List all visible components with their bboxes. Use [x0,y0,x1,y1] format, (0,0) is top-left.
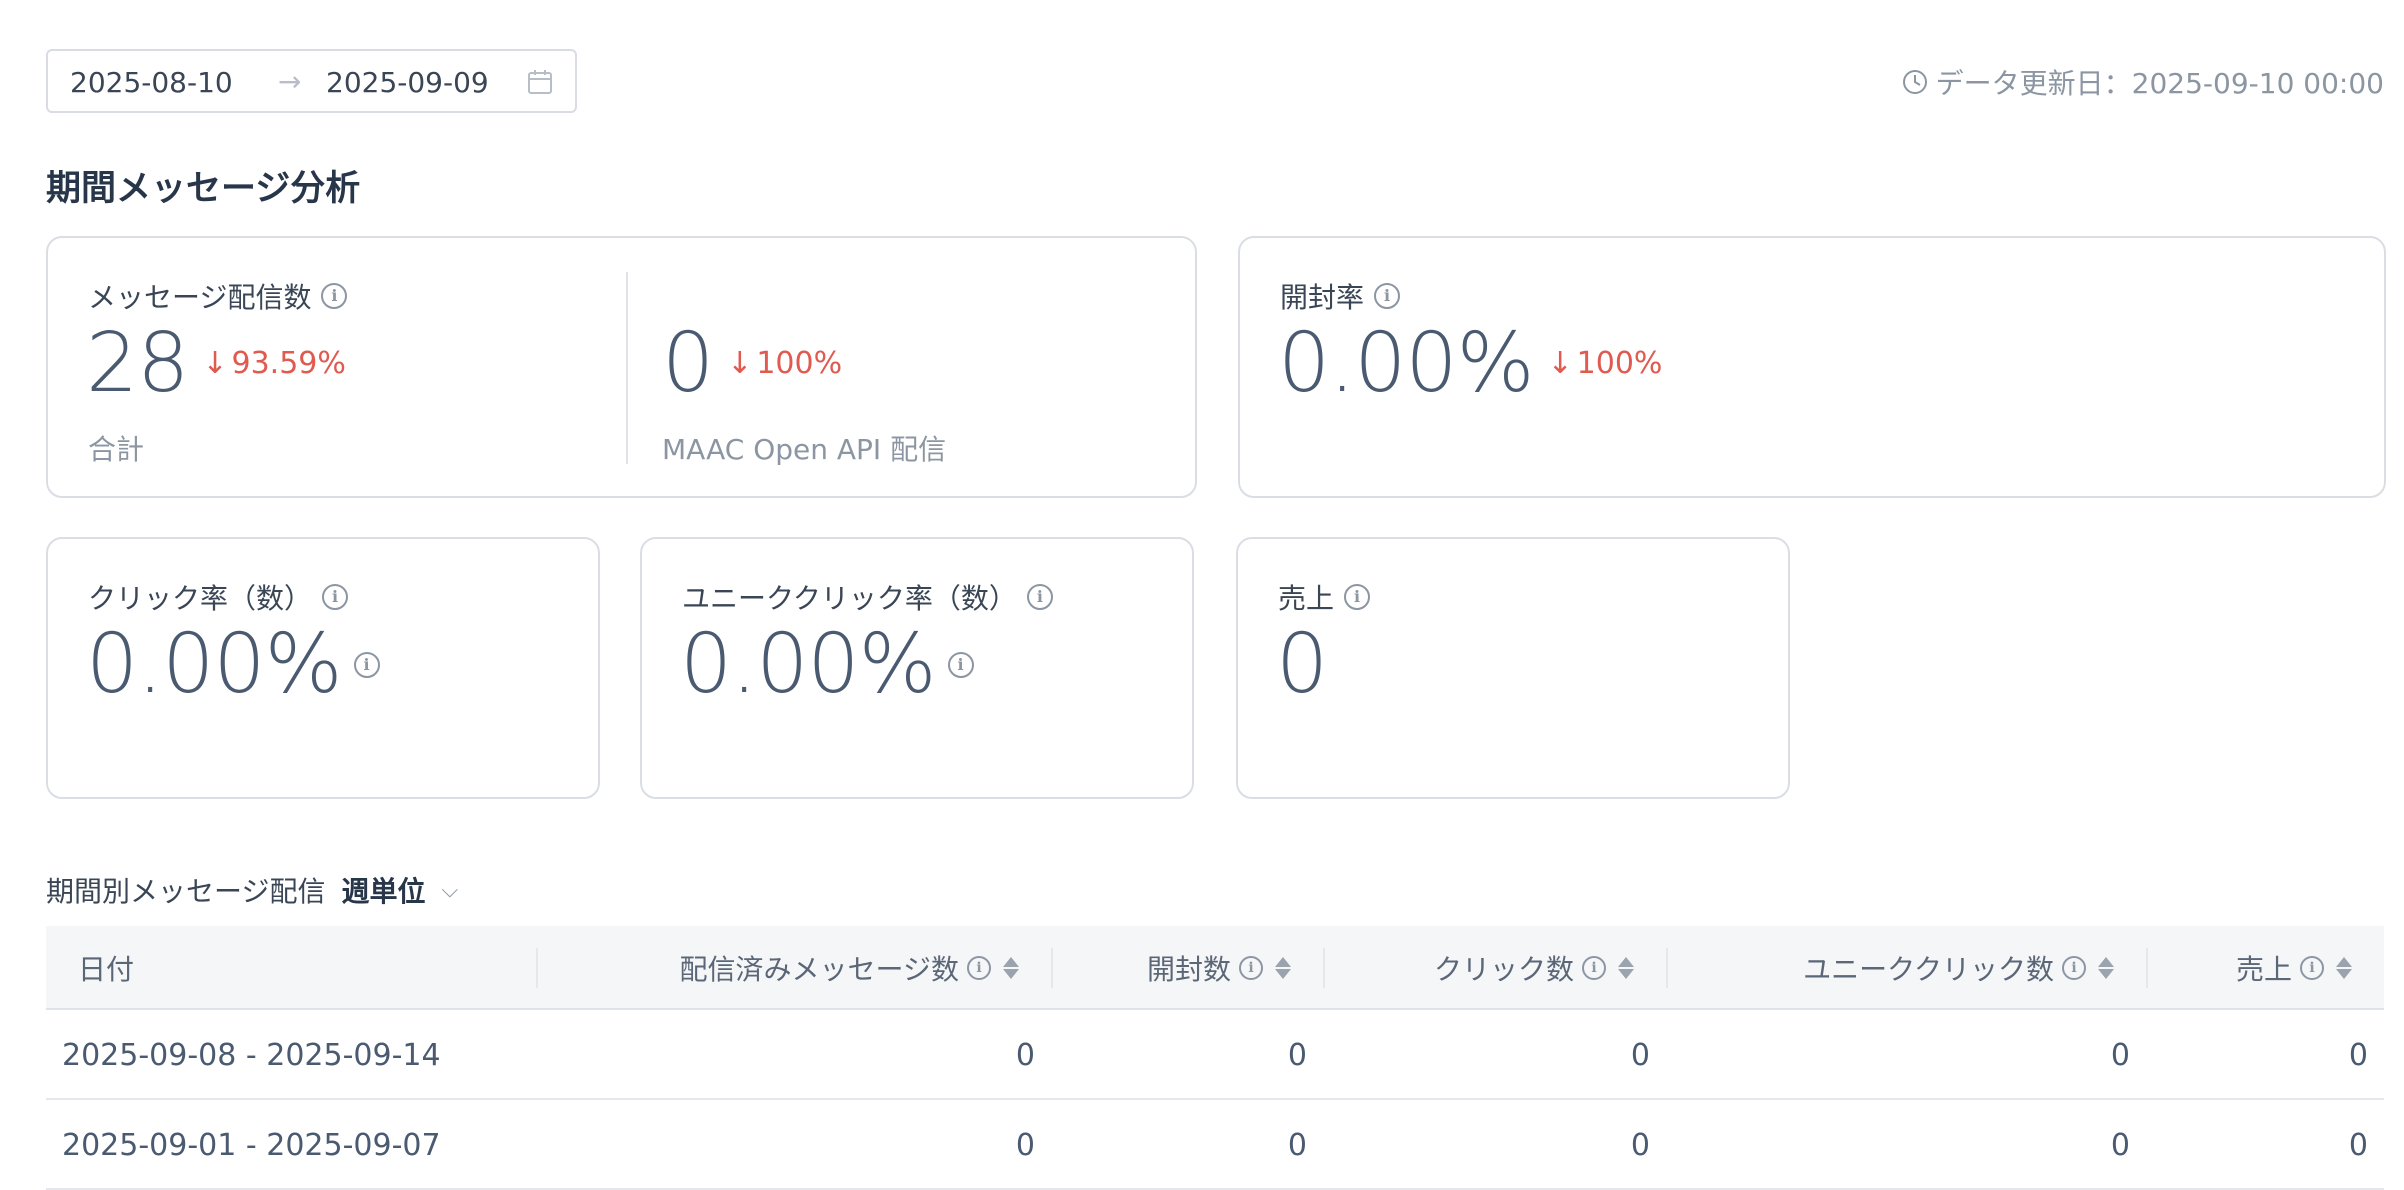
cell-delivered: 0 [1015,1037,1035,1073]
info-icon[interactable]: i [1374,283,1401,309]
column-opens-label: 開封数 [1146,953,1231,986]
section-title: 期間メッセージ分析 [46,169,361,209]
updated-label: データ更新日：2025-09-10 00:00 [1935,67,2384,100]
click-rate-card: クリック率（数） i 0.00% i [46,537,600,799]
column-date-label: 日付 [78,953,135,986]
data-updated: データ更新日：2025-09-10 00:00 [1902,62,2384,102]
delivery-api-change-value: 100% [756,346,843,381]
cell-clicks: 0 [1630,1127,1650,1163]
column-clicks-label: クリック数 [1433,953,1574,986]
delivery-total-change: ↓ 93.59% [202,346,346,381]
sort-icon[interactable] [2098,957,2114,979]
cell-opens: 0 [1287,1127,1307,1163]
open-rate-label: 開封率 [1280,281,1365,314]
column-opens[interactable]: 開封数 i [1051,926,1323,1010]
clock-icon [1902,70,1927,94]
sales-value: 0 [1276,617,1328,712]
cell-date: 2025-09-01 - 2025-09-07 [62,1127,441,1163]
click-rate-label: クリック率（数） [88,582,313,615]
sort-icon[interactable] [1275,957,1291,979]
calendar-icon[interactable] [527,69,553,95]
info-icon[interactable]: i [1344,584,1371,610]
info-icon[interactable]: i [1239,956,1263,980]
sort-icon[interactable] [1618,957,1634,979]
unique-click-rate-card: ユニーククリック率（数） i 0.00% i [640,537,1194,799]
cell-clicks: 0 [1630,1037,1650,1073]
table-row: 2025-09-08 - 2025-09-14 0 0 0 0 0 [46,1010,2384,1100]
delivery-api-value: 0 [662,316,714,411]
open-rate-card: 開封率 i 0.00% ↓ 100% [1238,236,2386,498]
period-unit-select[interactable]: 週単位 [341,870,425,910]
info-icon[interactable]: i [353,651,380,678]
sort-icon[interactable] [1003,957,1019,979]
arrow-right-icon: → [278,65,302,98]
delivery-total-sub: 合計 [88,433,145,466]
info-icon[interactable]: i [322,584,349,610]
table-head: 日付 配信済みメッセージ数 i 開封数 i クリック数 i ユニーククリック数 … [46,926,2384,1010]
arrow-down-icon: ↓ [1547,346,1573,381]
table-row: 2025-09-01 - 2025-09-07 0 0 0 0 0 [46,1100,2384,1190]
arrow-down-icon: ↓ [202,346,228,381]
info-icon[interactable]: i [321,283,348,309]
chevron-down-icon[interactable]: ⌵ [441,878,458,903]
column-separator [1323,948,1325,988]
info-icon[interactable]: i [1582,956,1606,980]
column-separator [2146,948,2148,988]
delivery-label: メッセージ配信数 [88,281,312,314]
end-date[interactable]: 2025-09-09 [326,66,489,99]
info-icon[interactable]: i [2300,956,2324,980]
cell-opens: 0 [1287,1037,1307,1073]
column-delivered[interactable]: 配信済みメッセージ数 i [536,926,1051,1010]
open-rate-value: 0.00% [1278,316,1534,411]
card-divider [626,272,628,464]
column-date: 日付 [78,926,538,1010]
delivery-total-value: 28 [86,316,189,411]
column-unique-clicks[interactable]: ユニーククリック数 i [1666,926,2146,1010]
delivery-total-change-value: 93.59% [231,346,346,381]
column-separator [536,948,538,988]
column-clicks[interactable]: クリック数 i [1323,926,1666,1010]
cell-sales: 0 [2348,1127,2368,1163]
cell-date: 2025-09-08 - 2025-09-14 [62,1037,441,1073]
info-icon[interactable]: i [967,956,991,980]
open-rate-change: ↓ 100% [1548,346,1663,381]
cell-delivered: 0 [1015,1127,1035,1163]
date-range-picker[interactable]: 2025-08-10 → 2025-09-09 [46,49,577,113]
cell-unique-clicks: 0 [2110,1037,2130,1073]
column-sales[interactable]: 売上 i [2146,926,2384,1010]
info-icon[interactable]: i [2062,956,2086,980]
unique-click-rate-label: ユニーククリック率（数） [682,582,1017,615]
column-delivered-label: 配信済みメッセージ数 [679,953,959,986]
sort-icon[interactable] [2336,957,2352,979]
click-rate-value: 0.00% [86,617,342,712]
sales-card: 売上 i 0 [1236,537,1790,799]
column-unique-clicks-label: ユニーククリック数 [1803,953,2054,986]
cell-sales: 0 [2348,1037,2368,1073]
delivery-api-sub: MAAC Open API 配信 [662,433,947,466]
arrow-down-icon: ↓ [727,346,753,381]
table-title: 期間別メッセージ配信 [46,875,326,908]
start-date[interactable]: 2025-08-10 [70,66,233,99]
column-sales-label: 売上 [2235,953,2292,986]
column-separator [1051,948,1053,988]
open-rate-change-value: 100% [1576,346,1663,381]
table-header: 期間別メッセージ配信 週単位 ⌵ [46,870,458,910]
sales-label: 売上 [1278,582,1335,615]
info-icon[interactable]: i [947,651,974,678]
delivery-api-change: ↓ 100% [727,346,842,381]
cell-unique-clicks: 0 [2110,1127,2130,1163]
column-separator [1666,948,1668,988]
info-icon[interactable]: i [1026,584,1053,610]
delivery-card: メッセージ配信数 i 28 ↓ 93.59% 合計 0 ↓ 100% MAAC … [46,236,1197,498]
unique-click-rate-value: 0.00% [680,617,936,712]
